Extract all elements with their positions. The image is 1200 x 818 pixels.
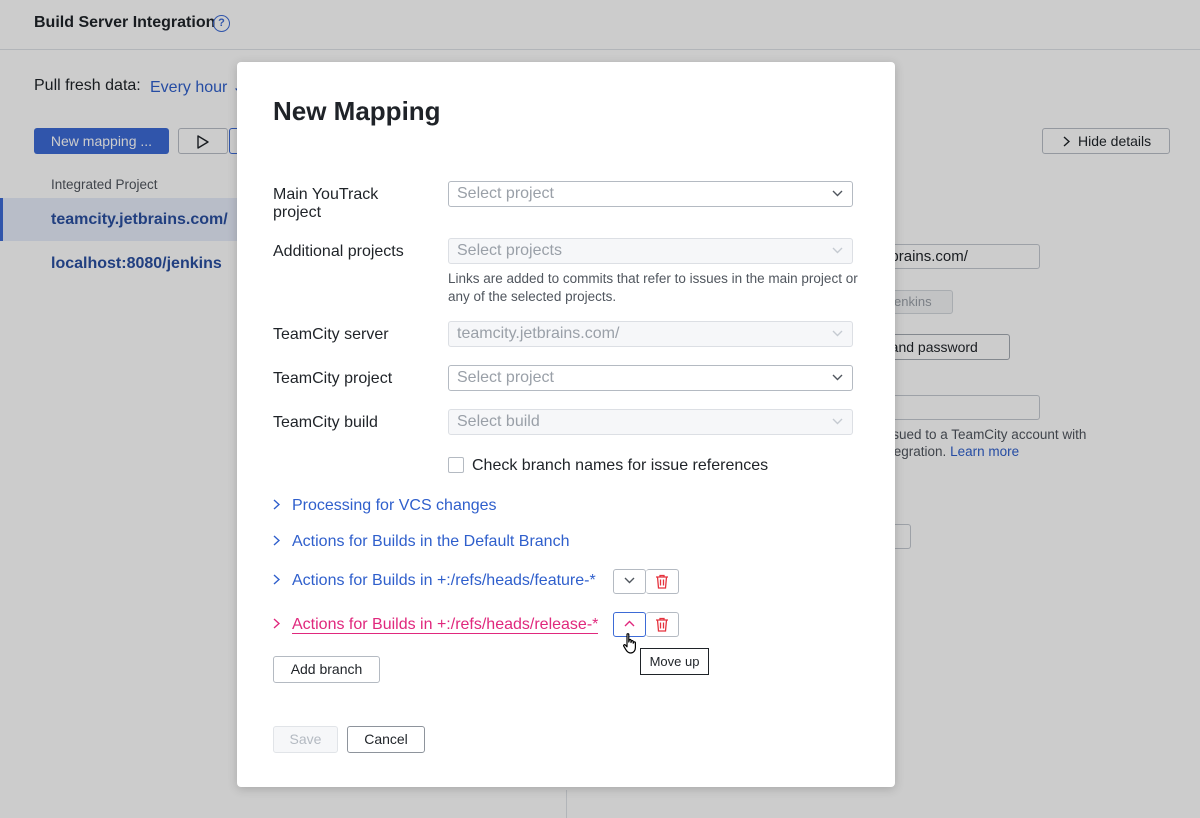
teamcity-project-placeholder: Select project (457, 369, 554, 386)
chevron-down-icon (832, 247, 843, 254)
chevron-down-icon (624, 577, 635, 584)
teamcity-server-label: TeamCity server (273, 326, 389, 343)
additional-projects-hint: Links are added to commits that refer to… (448, 271, 858, 304)
section-feature-branch[interactable]: Actions for Builds in +:/refs/heads/feat… (273, 572, 596, 590)
teamcity-project-select[interactable]: Select project (448, 365, 853, 391)
chevron-right-icon (273, 533, 292, 551)
chevron-down-icon (832, 374, 843, 381)
check-branch-checkbox[interactable] (448, 457, 464, 473)
delete-feature-branch-button[interactable] (646, 569, 679, 594)
delete-release-branch-button[interactable] (646, 612, 679, 637)
chevron-up-icon (624, 620, 635, 627)
dialog-title: New Mapping (273, 96, 441, 126)
additional-projects-placeholder: Select projects (457, 242, 562, 259)
section-vcs-processing[interactable]: Processing for VCS changes (273, 497, 497, 515)
main-project-select[interactable]: Select project (448, 181, 853, 207)
chevron-right-icon (273, 497, 292, 515)
move-down-button[interactable] (613, 569, 646, 594)
chevron-right-icon (273, 572, 292, 590)
check-branch-label: Check branch names for issue references (472, 457, 769, 474)
main-project-label: Main YouTrack project (273, 186, 379, 221)
main-project-placeholder: Select project (457, 185, 554, 202)
teamcity-server-value: teamcity.jetbrains.com/ (457, 325, 620, 342)
teamcity-project-label: TeamCity project (273, 370, 393, 387)
trash-icon (656, 574, 668, 589)
teamcity-server-select[interactable]: teamcity.jetbrains.com/ (448, 321, 853, 347)
save-button[interactable]: Save (273, 726, 338, 753)
teamcity-build-select[interactable]: Select build (448, 409, 853, 435)
additional-projects-label: Additional projects (273, 243, 404, 260)
chevron-down-icon (832, 418, 843, 425)
hand-cursor-icon (623, 633, 636, 654)
chevron-down-icon (832, 190, 843, 197)
additional-projects-select[interactable]: Select projects (448, 238, 853, 264)
chevron-right-icon (273, 616, 292, 634)
chevron-down-icon (832, 330, 843, 337)
section-release-branch[interactable]: Actions for Builds in +:/refs/heads/rele… (273, 616, 599, 634)
move-up-tooltip: Move up (640, 648, 709, 675)
cancel-button[interactable]: Cancel (347, 726, 425, 753)
teamcity-build-placeholder: Select build (457, 413, 540, 430)
section-label: Actions for Builds in +:/refs/heads/feat… (292, 572, 596, 589)
section-default-branch[interactable]: Actions for Builds in the Default Branch (273, 533, 569, 551)
section-label: Actions for Builds in the Default Branch (292, 533, 570, 550)
section-label: Actions for Builds in +:/refs/heads/rele… (292, 616, 599, 634)
trash-icon (656, 617, 668, 632)
new-mapping-dialog: New Mapping Main YouTrack project Select… (237, 62, 895, 787)
add-branch-button[interactable]: Add branch (273, 656, 380, 683)
teamcity-build-label: TeamCity build (273, 414, 378, 431)
section-label: Processing for VCS changes (292, 497, 497, 514)
